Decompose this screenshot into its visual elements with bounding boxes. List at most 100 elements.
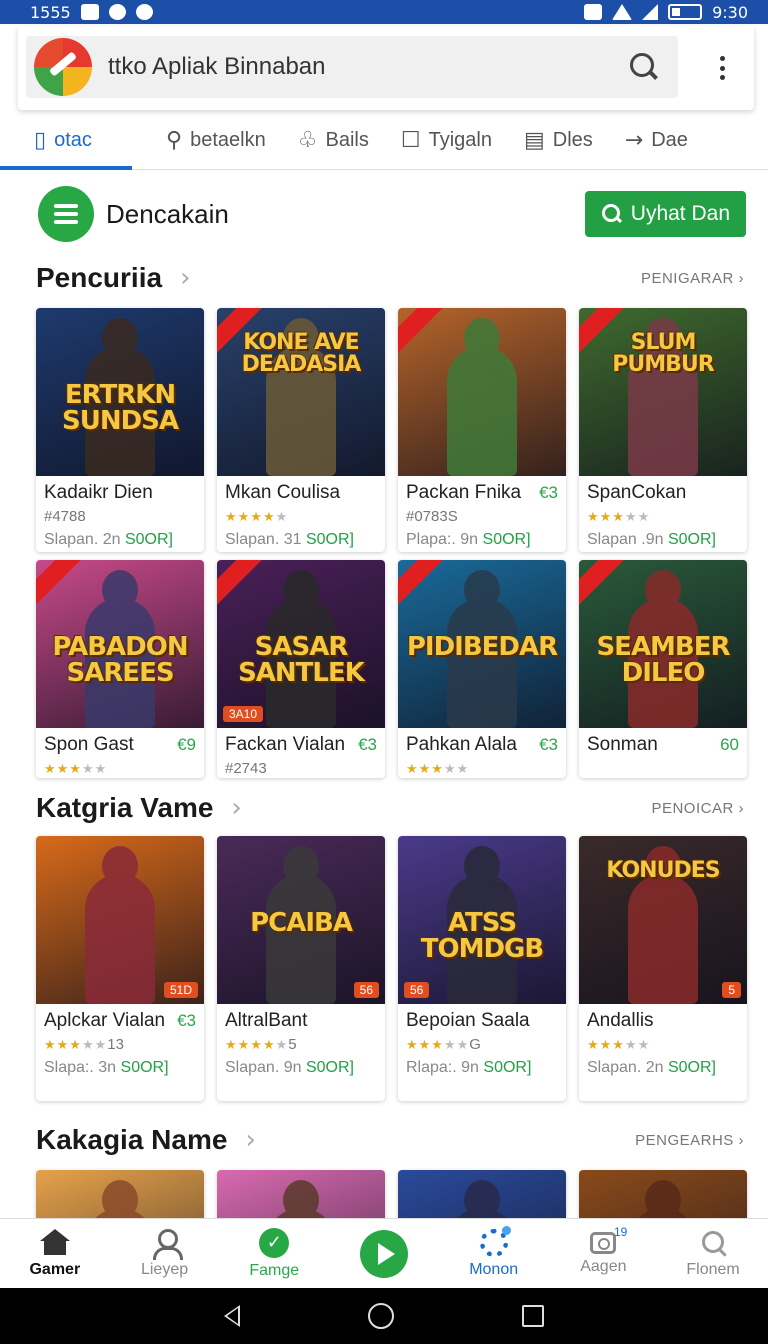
search-header: ttko Apliak Binnaban (18, 26, 754, 110)
document-icon: ▤ (523, 128, 545, 153)
star-rating: ★★★★★ (44, 761, 108, 776)
cover-title: ERTRKN SUNDSA (61, 379, 179, 436)
game-name: Sonman 60 (587, 734, 739, 755)
hero-button[interactable]: Uyhat Dan (584, 191, 746, 237)
tab-dles[interactable]: ▤ Dles (508, 112, 609, 169)
section-see-all-link[interactable]: PENIGARAR › (641, 270, 744, 287)
tab-bails[interactable]: ♧ Bails (282, 112, 385, 169)
cover-title: PCAIBA (250, 907, 353, 938)
hero-row: Dencakain Uyhat Dan (38, 186, 746, 242)
wifi-icon (612, 4, 633, 20)
game-card[interactable]: 51D Aplckar Vialan €3 ★★★★★13 Slapa:. 3n S0O… (36, 836, 204, 1101)
game-name: Pahkan Alala €3 (406, 734, 558, 755)
recent-apps-icon[interactable] (522, 1305, 544, 1327)
tab-tyigaln[interactable]: ☐ Tyigaln (385, 112, 508, 169)
section-see-all-link[interactable]: PENGEARHS › (635, 1132, 744, 1149)
game-price: Rlapa:. 9n S0OR] (406, 1059, 532, 1076)
game-price: Plapa:. 9n S0OR] (406, 531, 531, 548)
game-cover-image: 51D (36, 836, 204, 1004)
vibrate-icon (584, 4, 603, 20)
nav-famge[interactable]: ✓ Famge (224, 1227, 324, 1280)
nav-label: Monon (469, 1260, 519, 1278)
check-icon: ✓ (259, 1227, 290, 1258)
nav-play[interactable] (334, 1229, 434, 1278)
nav-flonem[interactable]: Flonem (663, 1229, 763, 1279)
signal-icon (642, 4, 659, 20)
game-name: Kadaikr Dien (44, 482, 153, 503)
hero-button-label: Uyhat Dan (630, 202, 730, 225)
game-meta: ★★★★★ (225, 508, 377, 528)
game-name: Spon Gast €9 (44, 734, 196, 755)
hot-ribbon (398, 308, 445, 357)
cover-title: SASAR SANTLEK (238, 631, 365, 688)
cover-tag: 56 (404, 982, 430, 998)
section-title[interactable]: Katgria Vame › (36, 792, 242, 824)
character-illustration (85, 846, 155, 1004)
section-see-all-link[interactable]: PENOICAR › (651, 800, 744, 817)
game-card[interactable]: PABADON SAREES Spon Gast €9 ★★★★★ (36, 560, 204, 778)
search-icon (601, 203, 623, 225)
game-name: SpanCokan (587, 482, 687, 503)
game-price: Slapan. 9n S0OR] (225, 1059, 354, 1076)
game-card[interactable]: SASAR SANTLEK 3A10 Fackan Vialan €3 #2743 (217, 560, 385, 778)
nav-label: Aagen (580, 1257, 627, 1275)
search-input[interactable]: ttko Apliak Binnaban (108, 53, 624, 81)
game-card[interactable]: Packan Fnika €3 #0783S Plapa:. 9n S0OR] (398, 308, 566, 552)
star-rating: ★★★★★ (587, 1037, 651, 1052)
tab-otac[interactable]: ▯ otac (0, 112, 132, 170)
home-circle-icon[interactable] (368, 1303, 394, 1329)
search-icon: ⚲ (166, 128, 183, 153)
game-card[interactable]: KONE AVE DEADASIA Mkan Coulisa ★★★★★ Slapan… (217, 308, 385, 552)
nav-aagen[interactable]: 19 Aagen (553, 1225, 653, 1276)
game-meta: ★★★★★ (587, 1036, 739, 1056)
section-title[interactable]: Kakagia Name › (36, 1124, 256, 1156)
game-price: Slapan. 31 S0OR] (225, 531, 354, 548)
game-card[interactable]: SLUM PUMBUR SpanCokan ★★★★★ Slapan .9n S0OR… (579, 308, 747, 552)
game-cover-image: SASAR SANTLEK 3A10 (217, 560, 385, 728)
game-meta: ★★★★★13 (44, 1036, 124, 1053)
tab-label: otac (54, 129, 92, 151)
menu-icon[interactable] (38, 186, 94, 242)
section-header: Kakagia Name › PENGEARHS › (36, 1120, 744, 1160)
tab-dae[interactable]: → Dae (609, 112, 704, 169)
gear-icon (479, 1225, 511, 1257)
game-card[interactable]: PCAIBA 56 AltralBant ★★★★★5 Slapan. 9n S0OR] (217, 836, 385, 1101)
game-badge: €3 (539, 735, 558, 754)
bottom-navigation: Gamer Lieyep ✓ Famge Monon 19 Aagen Flon… (0, 1218, 768, 1288)
game-card[interactable]: ATSS TOMDGB 56 Bepoian Saala ★★★★★G Rlapa:. … (398, 836, 566, 1101)
game-grid: PABADON SAREES Spon Gast €9 ★★★★★ SASAR SANT… (36, 560, 747, 778)
nav-gamer[interactable]: Gamer (5, 1228, 105, 1279)
user-icon (150, 1228, 183, 1260)
game-card[interactable]: SEAMBER DILEOSonman60Slapan. 2n S0OR] (579, 560, 747, 778)
section-title[interactable]: Pencuriia › (36, 262, 190, 294)
tab-label: Tyigaln (428, 129, 492, 151)
nav-monon[interactable]: Monon (444, 1225, 544, 1279)
square-icon: ☐ (400, 128, 421, 153)
game-badge: €3 (177, 1011, 196, 1030)
search-icon[interactable] (624, 47, 664, 87)
search-bar[interactable]: ttko Apliak Binnaban (26, 36, 678, 98)
game-card[interactable]: ERTRKN SUNDSA Kadaikr Dien #4788 Slapan. 2n… (36, 308, 204, 552)
section-header: Pencuriia › PENIGARAR › (36, 258, 744, 298)
game-card[interactable]: KONUDES 5 Andallis ★★★★★ Slapan. 2n S0OR] (579, 836, 747, 1101)
game-badge: €3 (539, 483, 558, 502)
more-options-icon[interactable] (720, 56, 726, 80)
back-icon[interactable] (224, 1305, 240, 1327)
gallery-icon (80, 4, 99, 20)
cover-tag: 56 (353, 982, 379, 998)
cover-title: KONE AVE DEADASIA (241, 329, 362, 377)
cover-title: PIDIBEDAR (406, 631, 558, 662)
nav-lieyep[interactable]: Lieyep (115, 1228, 215, 1279)
character-illustration (447, 570, 517, 728)
game-meta: ★★★★★5 (225, 1036, 297, 1053)
tab-betaelkn[interactable]: ⚲ betaelkn (132, 112, 282, 169)
game-meta (587, 760, 739, 778)
star-rating: ★★★★★ (406, 1037, 470, 1052)
cover-tag: 5 (722, 982, 741, 998)
game-grid: ERTRKN SUNDSA Kadaikr Dien #4788 Slapan. 2n… (36, 308, 747, 552)
game-meta: ★★★★★ (44, 760, 196, 778)
star-rating: ★★★★★ (587, 509, 651, 524)
camera-icon: 19 (590, 1225, 627, 1254)
game-cover-image: ERTRKN SUNDSA (36, 308, 204, 476)
game-card[interactable]: PIDIBEDAR Pahkan Alala €3 ★★★★★ (398, 560, 566, 778)
